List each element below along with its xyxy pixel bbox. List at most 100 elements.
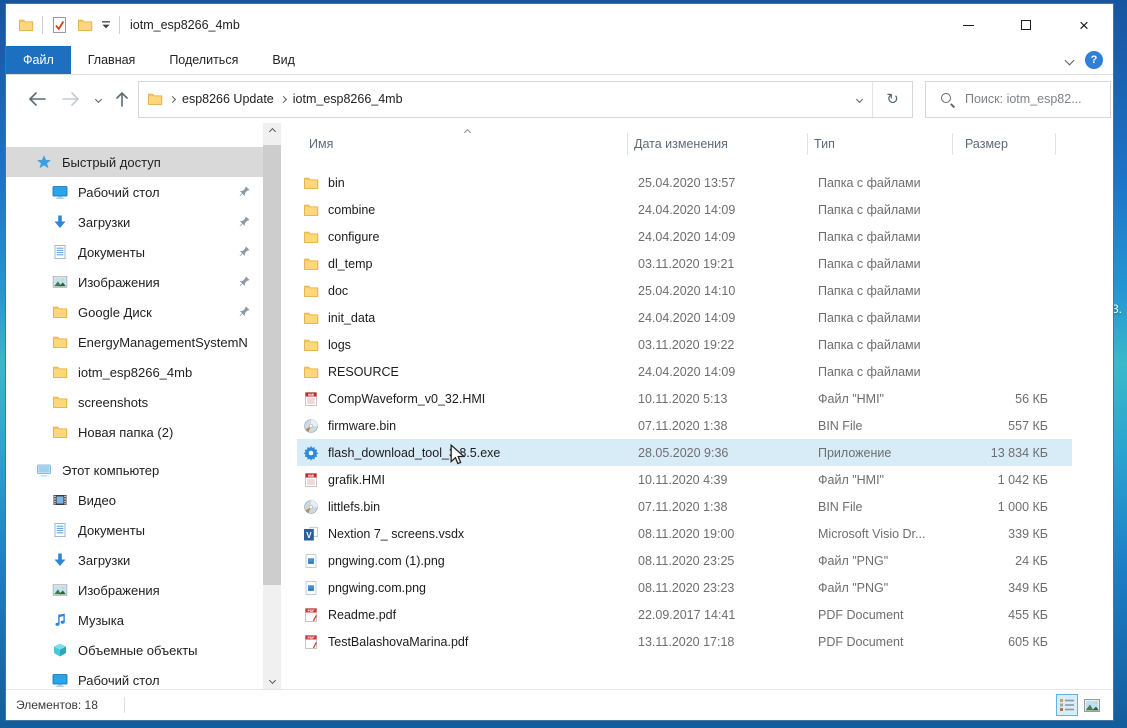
file-row[interactable]: logs03.11.2020 19:22Папка с файлами — [297, 331, 1072, 358]
file-size-cell: 1 000 КБ — [953, 500, 1056, 514]
ribbon-tab-2[interactable]: Главная — [71, 46, 153, 74]
chevron-down-icon — [855, 95, 862, 102]
ribbon-tab-3[interactable]: Поделиться — [152, 46, 255, 74]
sidebar-item[interactable]: Объемные объекты — [6, 635, 263, 665]
sidebar-item[interactable]: Изображения — [6, 575, 263, 605]
status-bar: Элементов: 18 — [6, 689, 1113, 720]
quick-access-toolbar — [6, 16, 120, 34]
file-name: TestBalashovaMarina.pdf — [328, 635, 468, 649]
file-row[interactable]: firmware.bin07.11.2020 1:38BIN File557 К… — [297, 412, 1072, 439]
sidebar-item[interactable]: Этот компьютер — [6, 455, 263, 485]
sidebar-item[interactable]: Музыка — [6, 605, 263, 635]
sidebar-item[interactable]: Документы — [6, 515, 263, 545]
new-folder-button[interactable] — [77, 17, 93, 33]
details-view-button[interactable] — [1056, 694, 1078, 716]
column-header[interactable]: Имя — [297, 133, 628, 155]
sidebar-item[interactable]: EnergyManagementSystemN — [6, 327, 263, 357]
file-row[interactable]: dl_temp03.11.2020 19:21Папка с файлами — [297, 250, 1072, 277]
ribbon-tab-4[interactable]: Вид — [255, 46, 312, 74]
file-row[interactable]: VNextion 7_ screens.vsdx08.11.2020 19:00… — [297, 520, 1072, 547]
file-date-cell: 03.11.2020 19:21 — [628, 257, 808, 271]
pdf-icon: PDF — [303, 634, 319, 650]
scrollbar-thumb[interactable] — [263, 145, 281, 585]
file-row[interactable]: init_data24.04.2020 14:09Папка с файлами — [297, 304, 1072, 331]
sidebar-item[interactable]: Документы — [6, 237, 263, 267]
file-name: Nextion 7_ screens.vsdx — [328, 527, 464, 541]
sidebar-item-label: iotm_esp8266_4mb — [6, 365, 192, 380]
sidebar-item[interactable]: Рабочий стол — [6, 177, 263, 207]
folder-icon — [303, 175, 319, 191]
search-input[interactable] — [965, 92, 1095, 106]
arrow-up-icon — [114, 90, 130, 108]
address-dropdown-button[interactable] — [846, 97, 872, 102]
sidebar-item[interactable]: Google Диск — [6, 297, 263, 327]
sidebar-item[interactable]: iotm_esp8266_4mb — [6, 357, 263, 387]
details-view-icon — [1060, 699, 1074, 711]
help-button[interactable]: ? — [1085, 51, 1103, 69]
file-row[interactable]: configure24.04.2020 14:09Папка с файлами — [297, 223, 1072, 250]
file-row[interactable]: bin25.04.2020 13:57Папка с файлами — [297, 169, 1072, 196]
scroll-down-icon[interactable] — [263, 672, 281, 689]
recent-locations-button[interactable] — [88, 97, 108, 102]
file-row[interactable]: pngwing.com.png08.11.2020 23:23Файл "PNG… — [297, 574, 1072, 601]
arrow-right-icon — [61, 91, 81, 107]
navigation-pane: Быстрый доступРабочий столЗагрузкиДокуме… — [6, 123, 263, 689]
file-row[interactable]: littlefs.bin07.11.2020 1:38BIN File1 000… — [297, 493, 1072, 520]
app-folder-icon — [18, 17, 34, 33]
search-box[interactable] — [925, 81, 1111, 118]
sidebar-item[interactable]: Загрузки — [6, 545, 263, 575]
file-name: logs — [328, 338, 351, 352]
file-row[interactable]: RESOURCE24.04.2020 14:09Папка с файлами — [297, 358, 1072, 385]
file-row[interactable]: pngwing.com (1).png08.11.2020 23:25Файл … — [297, 547, 1072, 574]
sidebar-item[interactable]: Изображения — [6, 267, 263, 297]
file-name: littlefs.bin — [328, 500, 380, 514]
properties-button[interactable] — [51, 16, 69, 34]
file-row[interactable]: HMIgrafik.HMI10.11.2020 4:39Файл "HMI"1 … — [297, 466, 1072, 493]
file-row[interactable]: doc25.04.2020 14:10Папка с файлами — [297, 277, 1072, 304]
file-date-cell: 25.04.2020 13:57 — [628, 176, 808, 190]
breadcrumb-segment[interactable]: iotm_esp8266_4mb — [293, 92, 403, 106]
sidebar-item-label: Новая папка (2) — [6, 425, 173, 440]
file-row[interactable]: combine24.04.2020 14:09Папка с файлами — [297, 196, 1072, 223]
column-header[interactable]: Тип — [808, 133, 953, 155]
up-button[interactable] — [108, 90, 136, 108]
back-button[interactable] — [20, 91, 54, 107]
file-name: bin — [328, 176, 345, 190]
file-type-cell: Файл "HMI" — [808, 392, 953, 406]
sidebar-item[interactable]: Быстрый доступ — [6, 147, 263, 177]
sidebar-item[interactable]: screenshots — [6, 387, 263, 417]
minimize-button[interactable] — [939, 4, 997, 46]
file-date-cell: 08.11.2020 23:25 — [628, 554, 808, 568]
expand-ribbon-icon[interactable] — [1065, 55, 1075, 65]
ribbon-tab-1[interactable]: Файл — [6, 46, 71, 74]
sidebar-item[interactable]: Рабочий стол — [6, 665, 263, 689]
file-date-cell: 22.09.2017 14:41 — [628, 608, 808, 622]
file-row[interactable]: PDFTestBalashovaMarina.pdf13.11.2020 17:… — [297, 628, 1072, 655]
view-buttons — [1056, 694, 1103, 716]
file-row[interactable]: PDFReadme.pdf22.09.2017 14:41PDF Documen… — [297, 601, 1072, 628]
breadcrumb-segment[interactable]: esp8266 Update — [182, 92, 274, 106]
file-row[interactable]: HMICompWaveform_v0_32.HMI10.11.2020 5:13… — [297, 385, 1072, 412]
file-type-cell: Папка с файлами — [808, 230, 953, 244]
sidebar-item[interactable]: Новая папка (2) — [6, 417, 263, 447]
customize-toolbar-dropdown[interactable] — [101, 20, 111, 30]
thumbnail-view-button[interactable] — [1081, 694, 1103, 716]
sidebar-scrollbar[interactable] — [263, 123, 281, 689]
sidebar-item[interactable]: Видео — [6, 485, 263, 515]
refresh-button[interactable]: ↻ — [872, 82, 912, 117]
file-name: dl_temp — [328, 257, 372, 271]
maximize-button[interactable] — [997, 4, 1055, 46]
sidebar-item[interactable]: Загрузки — [6, 207, 263, 237]
explorer-window: iotm_esp8266_4mb × ФайлГлавнаяПоделиться… — [5, 3, 1114, 721]
column-header[interactable]: Размер — [953, 133, 1056, 155]
address-bar[interactable]: esp8266 Update iotm_esp8266_4mb ↻ — [138, 81, 913, 118]
file-name: flash_download_tool_3.8.5.exe — [328, 446, 500, 460]
forward-button[interactable] — [54, 91, 88, 107]
close-button[interactable]: × — [1055, 4, 1113, 46]
file-name-cell: pngwing.com (1).png — [297, 553, 628, 569]
file-row[interactable]: flash_download_tool_3.8.5.exe28.05.2020 … — [297, 439, 1072, 466]
file-size-cell: 455 КБ — [953, 608, 1056, 622]
column-header[interactable]: Дата изменения — [628, 133, 808, 155]
scroll-up-icon[interactable] — [263, 123, 281, 140]
arrow-left-icon — [27, 91, 47, 107]
